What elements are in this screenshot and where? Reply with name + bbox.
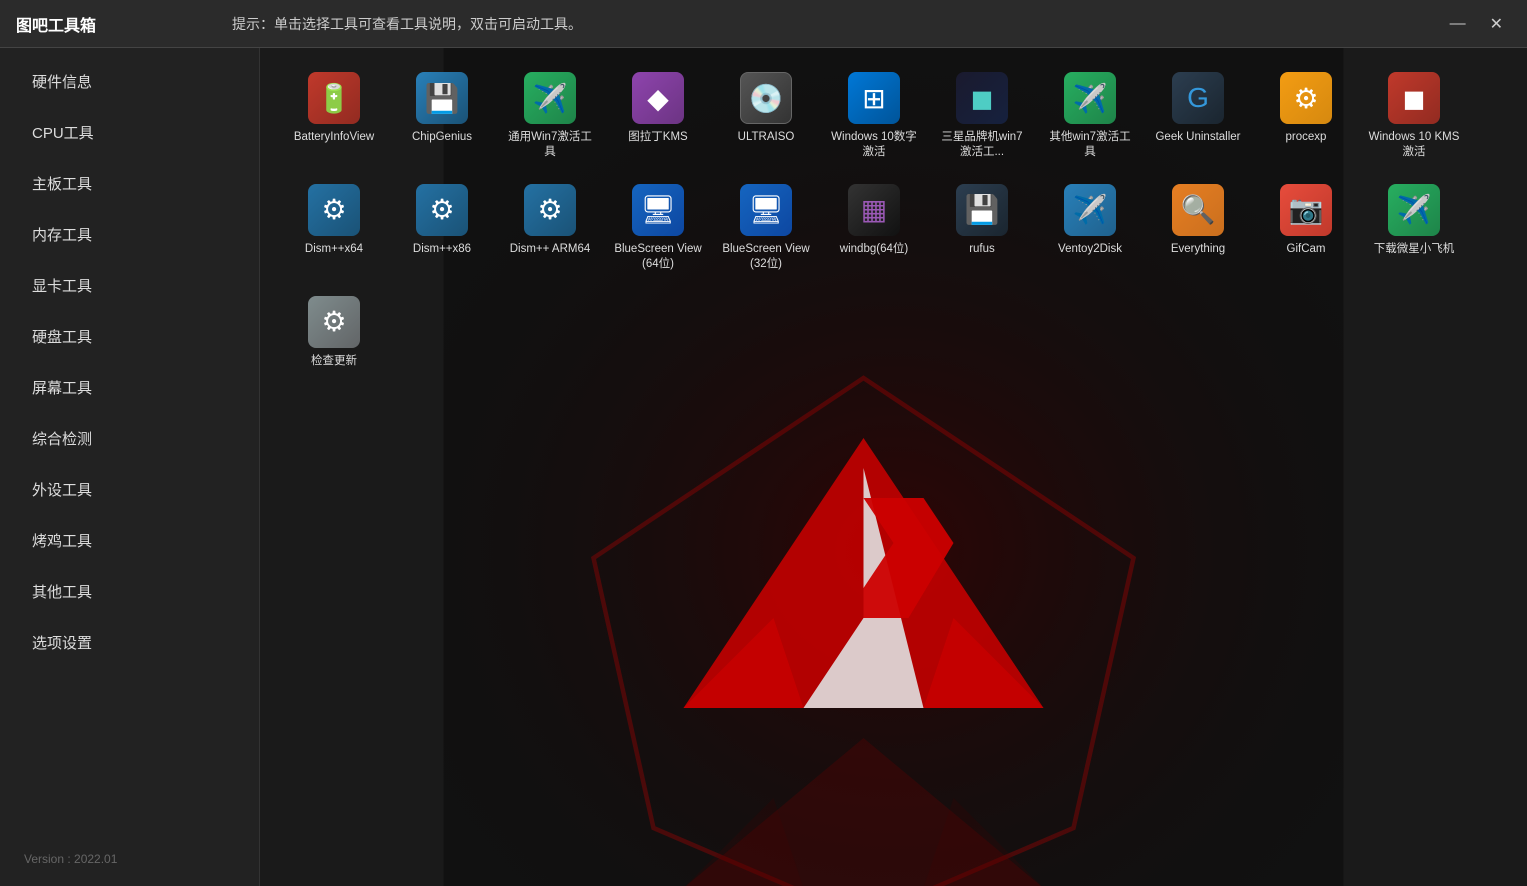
- close-button[interactable]: ✕: [1482, 10, 1511, 38]
- tool-icon-kms: ◆: [632, 72, 684, 124]
- tool-item-xiaofei[interactable]: ✈️ 下载微星小飞机: [1364, 176, 1464, 280]
- tool-icon-ventoy: ✈️: [1064, 184, 1116, 236]
- main-layout: 硬件信息CPU工具主板工具内存工具显卡工具硬盘工具屏幕工具综合检测外设工具烤鸡工…: [0, 48, 1527, 886]
- tool-icon-kms-gen: ✈️: [524, 72, 576, 124]
- minimize-button[interactable]: —: [1442, 10, 1474, 38]
- tool-label-xiaofei: 下载微星小飞机: [1374, 242, 1455, 257]
- sidebar-item-hardware[interactable]: 硬件信息: [8, 57, 251, 106]
- tool-label-dismar: Dism++ ARM64: [510, 242, 591, 257]
- tool-item-everything[interactable]: 🔍 Everything: [1148, 176, 1248, 280]
- tool-icon-gifcam: 📷: [1280, 184, 1332, 236]
- tool-icon-windbg: ▦: [848, 184, 900, 236]
- tool-item-battery[interactable]: 🔋 BatteryInfoView: [284, 64, 384, 168]
- tool-label-ultra: ULTRAISO: [738, 130, 795, 145]
- tool-label-dism86: Dism++x86: [413, 242, 471, 257]
- sidebar-item-cpu[interactable]: CPU工具: [8, 108, 251, 157]
- tool-icon-xiaofei: ✈️: [1388, 184, 1440, 236]
- tool-label-kms-gen: 通用Win7激活工具: [504, 130, 596, 160]
- tool-item-win10kms[interactable]: ◼ Windows 10 KMS激活: [1364, 64, 1464, 168]
- tool-icon-win10kms: ◼: [1388, 72, 1440, 124]
- tool-icon-blue32: 🖥: [740, 184, 792, 236]
- sidebar-item-screen[interactable]: 屏幕工具: [8, 363, 251, 412]
- sidebar-item-memory[interactable]: 内存工具: [8, 210, 251, 259]
- tool-item-dismar[interactable]: ⚙ Dism++ ARM64: [500, 176, 600, 280]
- tool-icon-samsung: ◼: [956, 72, 1008, 124]
- tool-icon-ultra: 💿: [740, 72, 792, 124]
- title-bar: 图吧工具箱 提示：单击选择工具可查看工具说明，双击可启动工具。 — ✕: [0, 0, 1527, 48]
- tool-item-blue32[interactable]: 🖥 BlueScreen View(32位): [716, 176, 816, 280]
- tool-item-ventoy[interactable]: ✈️ Ventoy2Disk: [1040, 176, 1140, 280]
- tools-grid: 🔋 BatteryInfoView 💾 ChipGenius ✈️ 通用Win7激活工具 ◆…: [260, 48, 1527, 393]
- tool-item-chip[interactable]: 💾 ChipGenius: [392, 64, 492, 168]
- tool-item-gifcam[interactable]: 📷 GifCam: [1256, 176, 1356, 280]
- tool-item-update[interactable]: ⚙ 检查更新: [284, 288, 384, 377]
- tool-label-other-kms: 其他win7激活工具: [1044, 130, 1136, 160]
- sidebar-item-detect[interactable]: 综合检测: [8, 414, 251, 463]
- tool-label-update: 检查更新: [311, 354, 357, 369]
- tool-item-other-kms[interactable]: ✈️ 其他win7激活工具: [1040, 64, 1140, 168]
- tool-label-rufus: rufus: [969, 242, 995, 257]
- tool-item-ultra[interactable]: 💿 ULTRAISO: [716, 64, 816, 168]
- sidebar-item-burnin[interactable]: 烤鸡工具: [8, 516, 251, 565]
- tool-item-kms-gen[interactable]: ✈️ 通用Win7激活工具: [500, 64, 600, 168]
- window-controls: — ✕: [1442, 10, 1511, 38]
- sidebar-item-motherboard[interactable]: 主板工具: [8, 159, 251, 208]
- tool-item-dism64[interactable]: ⚙ Dism++x64: [284, 176, 384, 280]
- tool-icon-chip: 💾: [416, 72, 468, 124]
- tool-label-blue64: BlueScreen View(64位): [612, 242, 704, 272]
- tool-icon-win10: ⊞: [848, 72, 900, 124]
- tool-label-battery: BatteryInfoView: [294, 130, 374, 145]
- tool-label-chip: ChipGenius: [412, 130, 472, 145]
- tool-icon-geek: G: [1172, 72, 1224, 124]
- tool-item-dism86[interactable]: ⚙ Dism++x86: [392, 176, 492, 280]
- tool-icon-proc: ⚙: [1280, 72, 1332, 124]
- tool-label-everything: Everything: [1171, 242, 1225, 257]
- tool-label-win10kms: Windows 10 KMS激活: [1368, 130, 1460, 160]
- tool-icon-rufus: 💾: [956, 184, 1008, 236]
- tool-label-windbg: windbg(64位): [840, 242, 908, 257]
- sidebar: 硬件信息CPU工具主板工具内存工具显卡工具硬盘工具屏幕工具综合检测外设工具烤鸡工…: [0, 48, 260, 886]
- tool-item-proc[interactable]: ⚙ procexp: [1256, 64, 1356, 168]
- tool-icon-blue64: 🖥: [632, 184, 684, 236]
- version-label: Version : 2022.01: [0, 840, 259, 878]
- tool-icon-battery: 🔋: [308, 72, 360, 124]
- tool-label-gifcam: GifCam: [1287, 242, 1326, 257]
- tool-item-blue64[interactable]: 🖥 BlueScreen View(64位): [608, 176, 708, 280]
- tool-label-ventoy: Ventoy2Disk: [1058, 242, 1122, 257]
- sidebar-item-gpu[interactable]: 显卡工具: [8, 261, 251, 310]
- tool-item-rufus[interactable]: 💾 rufus: [932, 176, 1032, 280]
- tool-label-geek: Geek Uninstaller: [1155, 130, 1240, 145]
- tool-label-win10: Windows 10数字激活: [828, 130, 920, 160]
- tool-item-samsung[interactable]: ◼ 三星品牌机win7激活工...: [932, 64, 1032, 168]
- tool-icon-dism86: ⚙: [416, 184, 468, 236]
- tool-label-kms: 图拉丁KMS: [628, 130, 687, 145]
- tool-item-win10[interactable]: ⊞ Windows 10数字激活: [824, 64, 924, 168]
- tool-icon-dism64: ⚙: [308, 184, 360, 236]
- tool-item-geek[interactable]: G Geek Uninstaller: [1148, 64, 1248, 168]
- hint-text: 提示：单击选择工具可查看工具说明，双击可启动工具。: [216, 14, 1442, 34]
- sidebar-item-peripheral[interactable]: 外设工具: [8, 465, 251, 514]
- tool-icon-other-kms: ✈️: [1064, 72, 1116, 124]
- sidebar-item-disk[interactable]: 硬盘工具: [8, 312, 251, 361]
- content-area: 🔋 BatteryInfoView 💾 ChipGenius ✈️ 通用Win7激活工具 ◆…: [260, 48, 1527, 886]
- tool-item-windbg[interactable]: ▦ windbg(64位): [824, 176, 924, 280]
- sidebar-item-settings[interactable]: 选项设置: [8, 618, 251, 667]
- app-title: 图吧工具箱: [16, 12, 216, 36]
- tool-icon-everything: 🔍: [1172, 184, 1224, 236]
- tool-label-samsung: 三星品牌机win7激活工...: [936, 130, 1028, 160]
- tool-icon-update: ⚙: [308, 296, 360, 348]
- tool-label-dism64: Dism++x64: [305, 242, 363, 257]
- tool-item-kms[interactable]: ◆ 图拉丁KMS: [608, 64, 708, 168]
- sidebar-item-other[interactable]: 其他工具: [8, 567, 251, 616]
- tool-label-blue32: BlueScreen View(32位): [720, 242, 812, 272]
- tool-icon-dismar: ⚙: [524, 184, 576, 236]
- tool-label-proc: procexp: [1286, 130, 1327, 145]
